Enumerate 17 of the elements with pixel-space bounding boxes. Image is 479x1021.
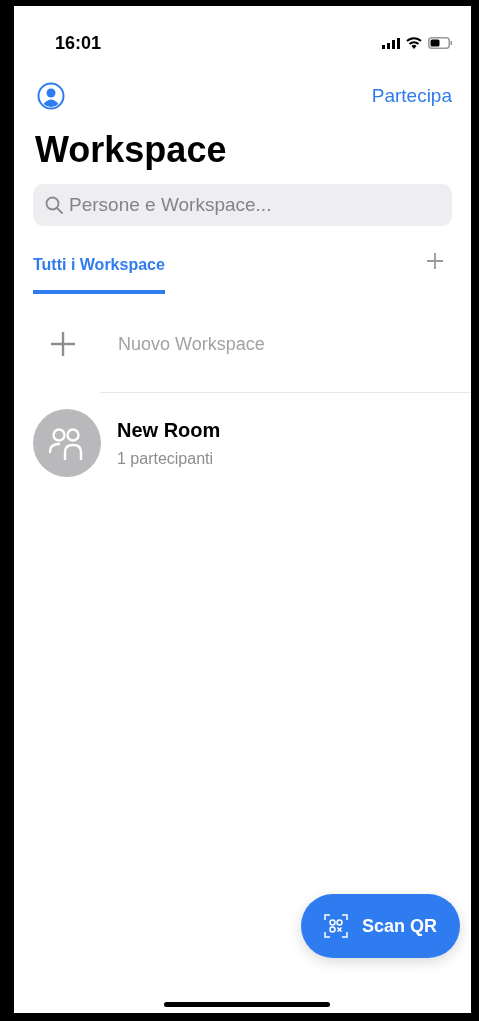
status-time: 16:01 — [55, 32, 102, 54]
join-link[interactable]: Partecipa — [371, 85, 452, 107]
qr-code-icon — [324, 914, 348, 938]
room-name[interactable]: New Room — [117, 418, 221, 442]
search-field[interactable]: Persone e Workspace... — [33, 184, 452, 226]
battery-icon — [428, 37, 452, 49]
workspace-tab[interactable]: Tutti i Workspace — [33, 252, 165, 294]
plus-icon[interactable] — [50, 331, 76, 357]
add-icon[interactable] — [426, 252, 444, 270]
room-participants: 1 partecipanti — [117, 449, 215, 468]
profile-icon[interactable] — [37, 82, 65, 110]
page-title: Workspace — [35, 128, 228, 172]
wifi-icon — [406, 37, 422, 49]
scan-qr-button[interactable]: Scan QR — [301, 894, 460, 958]
signal-icon — [382, 37, 400, 49]
group-avatar-icon — [33, 409, 101, 477]
new-workspace-label[interactable]: Nuovo Workspace — [118, 333, 265, 355]
